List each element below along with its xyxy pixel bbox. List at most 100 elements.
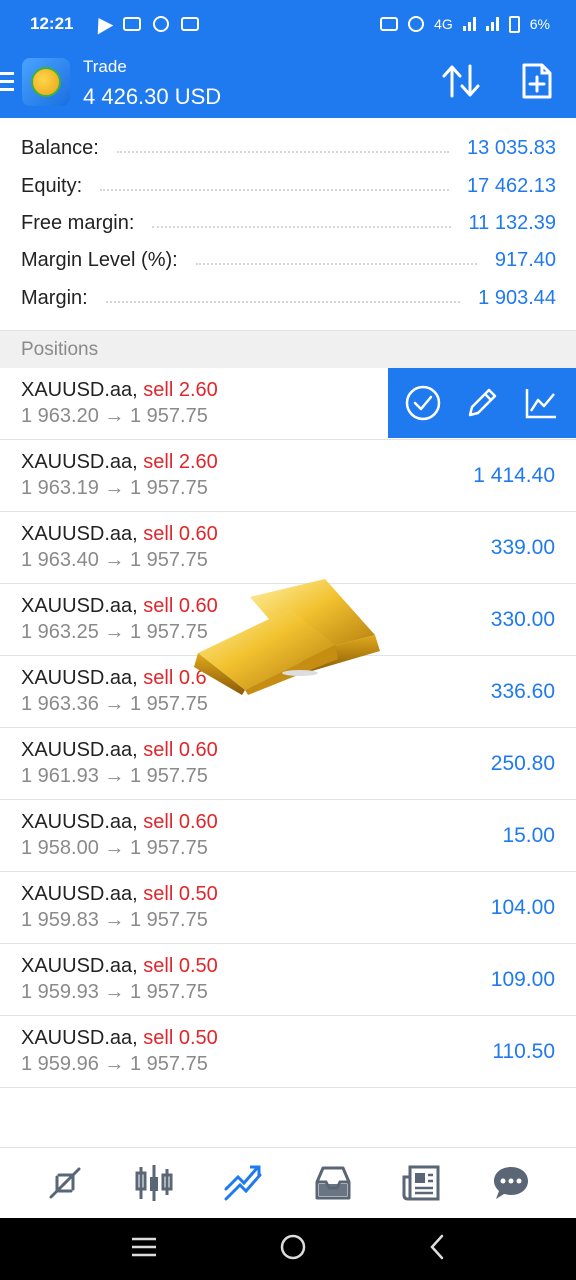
position-profit: 104.00: [490, 896, 555, 919]
position-symbol: XAUUSD.aa, sell 0.50: [21, 1027, 218, 1049]
system-icons: 4G 6%: [380, 15, 550, 33]
position-side: sell 2.60: [143, 451, 218, 473]
free-margin-row: Free margin: 11 132.39: [21, 205, 556, 242]
margin-row: Margin: 1 903.44: [21, 280, 556, 317]
position-profit: 339.00: [490, 536, 555, 559]
vibrate-icon: [408, 16, 425, 32]
dotted-leader: [116, 150, 450, 153]
signal-2-icon: [485, 17, 499, 31]
position-prices: 1 958.00 → 1 957.75: [21, 837, 208, 859]
row-actions: [388, 368, 576, 438]
status-time: 12:21: [30, 14, 74, 33]
position-side: sell 0.50: [143, 883, 218, 905]
equity-row: Equity: 17 462.13: [21, 168, 556, 205]
position-row[interactable]: XAUUSD.aa, sell 0.60 1 958.00 → 1 957.75…: [0, 800, 576, 872]
app-logo: [22, 58, 70, 106]
position-row[interactable]: XAUUSD.aa, sell 0.60 1 963.40 → 1 957.75…: [0, 512, 576, 584]
dotted-leader: [100, 188, 450, 191]
position-side: sell 0.50: [143, 955, 218, 977]
quotes-icon[interactable]: [42, 1160, 88, 1206]
app-notification-icon: [153, 16, 170, 32]
positions-list: XAUUSD.aa, sell 2.60 1 963.20 → 1 957.75…: [0, 368, 576, 1088]
position-symbol: XAUUSD.aa, sell 0.50: [21, 955, 218, 977]
balance-label: Balance:: [21, 137, 99, 159]
positions-header: Positions: [0, 330, 576, 368]
trade-icon[interactable]: [220, 1160, 266, 1206]
position-row[interactable]: XAUUSD.aa, sell 2.60 1 963.19 → 1 957.75…: [0, 440, 576, 512]
messages-icon[interactable]: [488, 1160, 534, 1206]
position-symbol: XAUUSD.aa, sell 0.60: [21, 811, 218, 833]
check-icon[interactable]: [403, 383, 443, 423]
free-margin-label: Free margin:: [21, 212, 135, 234]
margin-level-row: Margin Level (%): 917.40: [21, 242, 556, 279]
account-summary: Balance: 13 035.83 Equity: 17 462.13 Fre…: [0, 118, 576, 330]
position-prices: 1 961.93 → 1 957.75: [21, 765, 208, 787]
position-profit: 1 414.40: [473, 464, 555, 487]
telegram-icon: [91, 13, 114, 35]
position-row[interactable]: XAUUSD.aa, sell 2.60 1 963.20 → 1 957.75: [0, 368, 576, 440]
margin-level-value: 917.40: [494, 249, 556, 271]
position-profit: 330.00: [490, 608, 555, 631]
menu-icon[interactable]: [0, 72, 14, 92]
position-profit: 110.50: [492, 1040, 555, 1063]
position-symbol: XAUUSD.aa, sell 0.60: [21, 595, 218, 617]
position-symbol: XAUUSD.aa, sell 0.50: [21, 883, 218, 905]
system-nav-bar: [0, 1218, 576, 1280]
position-row[interactable]: XAUUSD.aa, sell 0.60 1 961.93 → 1 957.75…: [0, 728, 576, 800]
position-profit: 109.00: [490, 968, 555, 991]
history-icon[interactable]: [310, 1160, 356, 1206]
position-prices: 1 963.40 → 1 957.75: [21, 549, 208, 571]
news-icon[interactable]: [399, 1160, 445, 1206]
position-prices: 1 963.19 → 1 957.75: [21, 477, 208, 499]
position-profit: 336.60: [490, 680, 555, 703]
balance-value: 13 035.83: [467, 137, 556, 159]
position-side: sell 0.50: [143, 1027, 218, 1049]
dotted-leader: [152, 225, 451, 228]
position-row[interactable]: XAUUSD.aa, sell 0.50 1 959.93 → 1 957.75…: [0, 944, 576, 1016]
video-icon: [123, 17, 142, 31]
margin-value: 1 903.44: [478, 287, 556, 309]
position-prices: 1 959.93 → 1 957.75: [21, 981, 208, 1003]
network-type: 4G: [434, 16, 453, 32]
position-row[interactable]: XAUUSD.aa, sell 0.50 1 959.83 → 1 957.75…: [0, 872, 576, 944]
position-symbol: XAUUSD.aa, sell 0.60: [21, 523, 218, 545]
page-title: Trade: [83, 57, 127, 76]
battery-icon: [508, 15, 520, 33]
equity-label: Equity:: [21, 175, 83, 197]
position-symbol: XAUUSD.aa, sell 0.60: [21, 739, 218, 761]
recent-apps-icon[interactable]: [130, 1236, 158, 1263]
chart-icon[interactable]: [521, 383, 561, 423]
position-side: sell 2.60: [143, 379, 218, 401]
back-icon[interactable]: [428, 1234, 446, 1265]
position-prices: 1 963.36 → 1 957.75: [21, 693, 208, 715]
position-row[interactable]: XAUUSD.aa, sell 0.50 1 959.96 → 1 957.75…: [0, 1016, 576, 1088]
balance-row: Balance: 13 035.83: [21, 130, 556, 167]
battery-level: 6%: [529, 16, 550, 32]
position-prices: 1 963.25 → 1 957.75: [21, 621, 208, 643]
position-prices: 1 963.20 → 1 957.75: [21, 405, 208, 427]
position-side: sell 0.60: [143, 523, 218, 545]
app-bar: Trade 4 426.30 USD: [0, 48, 576, 118]
gold-bars-icon: [194, 579, 380, 695]
cast-icon: [380, 17, 399, 31]
margin-label: Margin:: [21, 287, 88, 309]
signal-icon: [462, 17, 476, 31]
bottom-nav: [0, 1147, 576, 1218]
status-bar: 12:21 4G 6%: [0, 0, 576, 48]
dotted-leader: [195, 262, 477, 265]
free-margin-value: 11 132.39: [468, 212, 557, 234]
position-symbol: XAUUSD.aa, sell 0.6: [21, 667, 207, 689]
home-icon[interactable]: [279, 1233, 307, 1266]
account-profit: 4 426.30 USD: [83, 84, 222, 109]
sort-icon[interactable]: [442, 64, 480, 98]
chart-icon[interactable]: [131, 1160, 177, 1206]
position-prices: 1 959.96 → 1 957.75: [21, 1053, 208, 1075]
new-order-icon[interactable]: [521, 62, 553, 100]
edit-icon[interactable]: [462, 383, 502, 423]
margin-level-label: Margin Level (%):: [21, 249, 178, 271]
position-symbol: XAUUSD.aa, sell 2.60: [21, 451, 218, 473]
position-side: sell 0.60: [143, 811, 218, 833]
position-symbol: XAUUSD.aa, sell 2.60: [21, 379, 218, 401]
notification-icons: [91, 13, 200, 35]
position-side: sell 0.60: [143, 739, 218, 761]
